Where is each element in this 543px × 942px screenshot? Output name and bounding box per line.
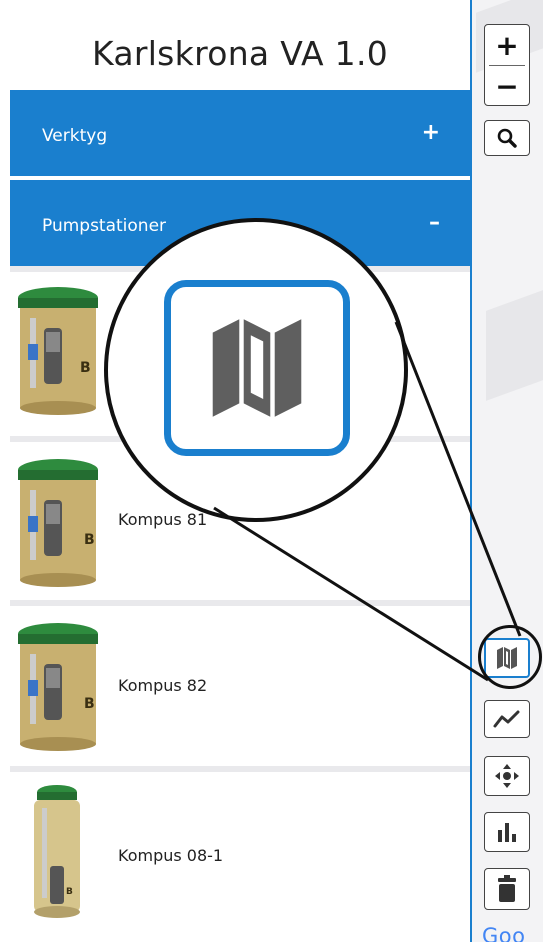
statistics-button[interactable] [484, 812, 530, 852]
zoom-magnifier-callout [104, 218, 408, 522]
line-chart-icon [493, 710, 520, 728]
panel-header-label: Verktyg [42, 126, 108, 146]
list-item[interactable]: B Kompus 08-1 [10, 766, 470, 942]
zoom-control: + − [484, 24, 530, 106]
list-divider [10, 766, 470, 772]
magnified-map-button [164, 280, 350, 456]
svg-text:B: B [66, 887, 73, 897]
trash-icon [498, 875, 516, 902]
map-area-shape [486, 289, 543, 401]
zoom-out-button[interactable]: − [485, 66, 529, 106]
map-icon [212, 319, 302, 417]
list-item[interactable]: B Kompus 82 [10, 600, 470, 766]
move-icon [495, 764, 519, 788]
panel-header-verktyg[interactable]: Verktyg + [10, 90, 470, 176]
svg-text:B: B [84, 696, 95, 712]
list-item-label: Kompus 82 [118, 676, 208, 695]
measure-line-button[interactable] [484, 700, 530, 738]
search-button[interactable] [484, 120, 530, 156]
svg-text:B: B [80, 360, 91, 376]
pump-tank-thumbnail: B [18, 459, 98, 587]
map-view[interactable]: + − Goo [470, 0, 543, 942]
collapse-icon[interactable]: – [429, 210, 440, 235]
highlight-ring [478, 625, 542, 689]
expand-icon[interactable]: + [422, 120, 440, 145]
list-item-label: Kompus 08-1 [118, 846, 224, 865]
bar-chart-icon [498, 823, 516, 842]
list-item-label: Kompus 81 [118, 510, 208, 529]
app-title: Karlskrona VA 1.0 [91, 34, 389, 73]
google-logo: Goo [482, 924, 526, 942]
pump-tank-thumbnail: B [18, 287, 98, 415]
list-divider [10, 600, 470, 606]
search-icon [497, 128, 517, 148]
map-border [470, 0, 472, 942]
delete-button[interactable] [484, 868, 530, 910]
panel-header-label: Pumpstationer [42, 216, 167, 236]
pump-tank-thumbnail: B [34, 785, 80, 918]
pan-button[interactable] [484, 756, 530, 796]
pump-tank-thumbnail: B [18, 623, 98, 751]
zoom-in-button[interactable]: + [485, 25, 529, 65]
svg-text:B: B [84, 532, 95, 548]
